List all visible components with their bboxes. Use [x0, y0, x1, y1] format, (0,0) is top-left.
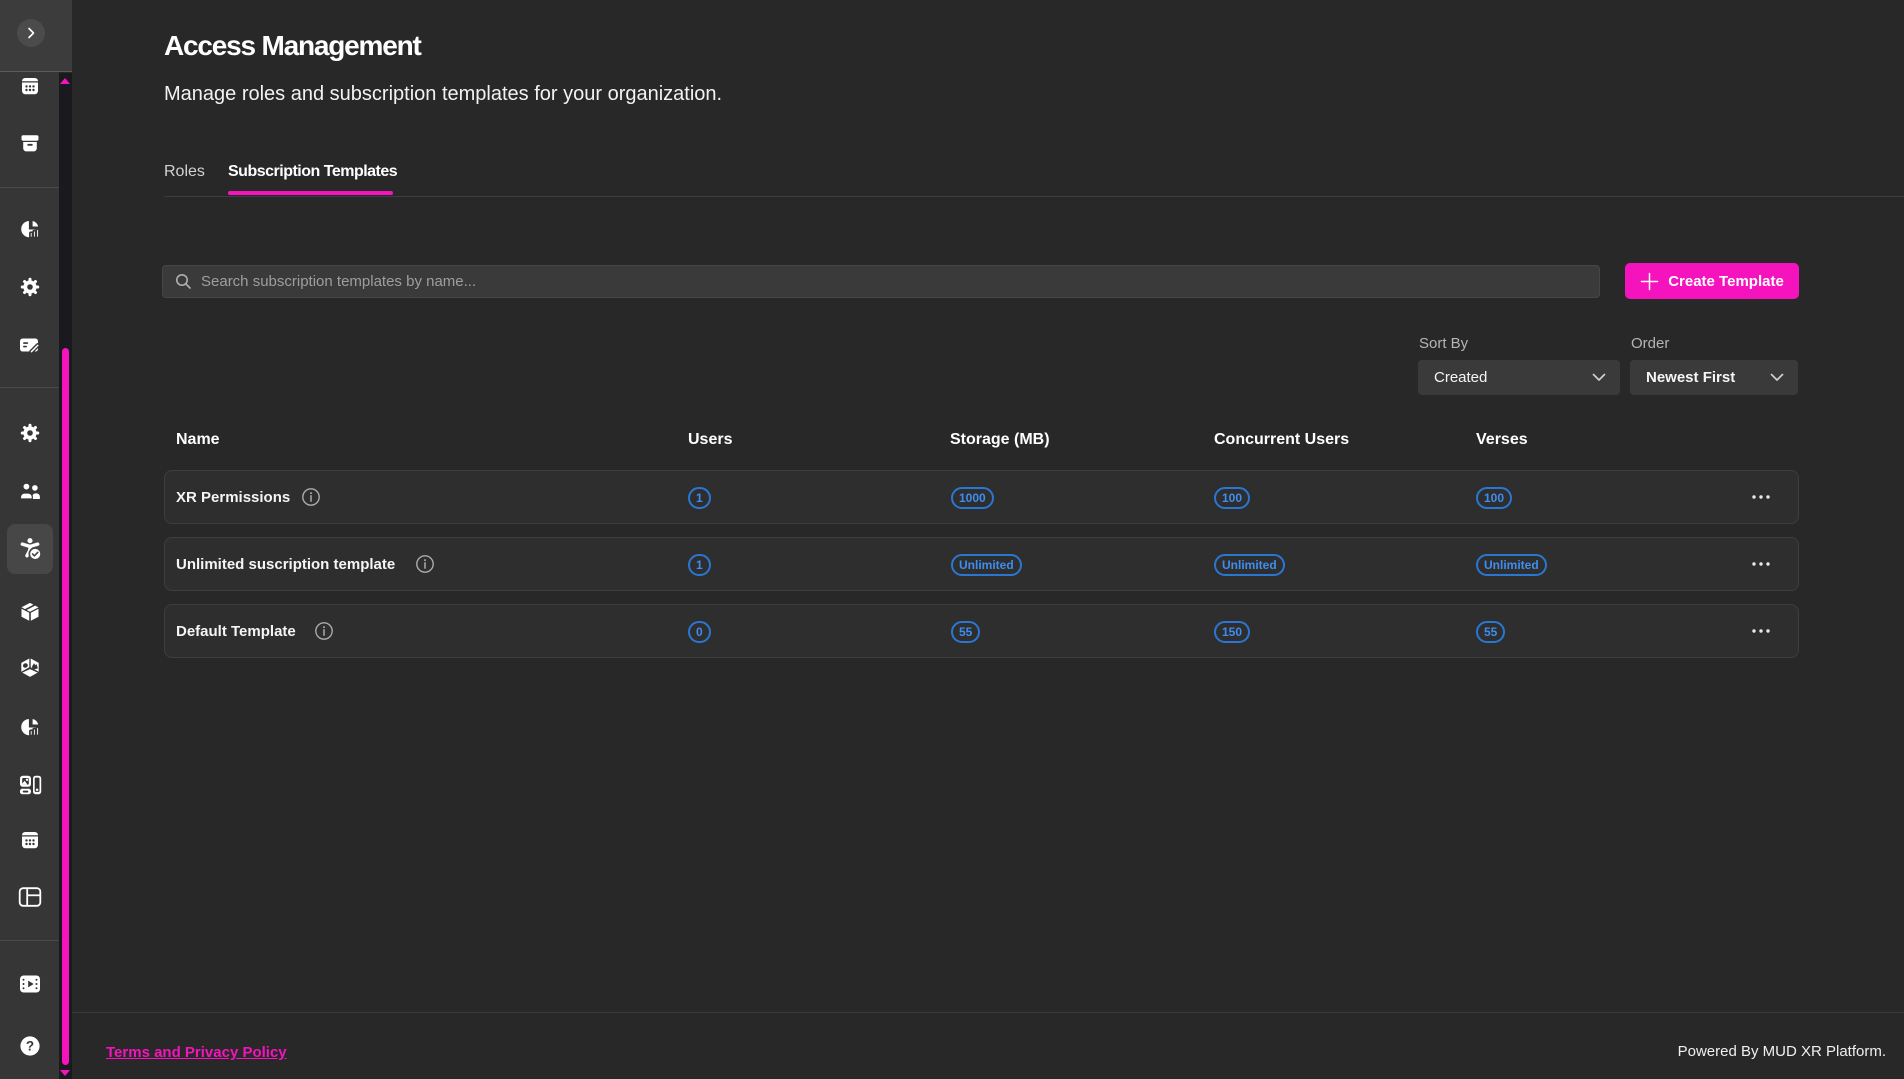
- svg-text:?: ?: [26, 1039, 34, 1054]
